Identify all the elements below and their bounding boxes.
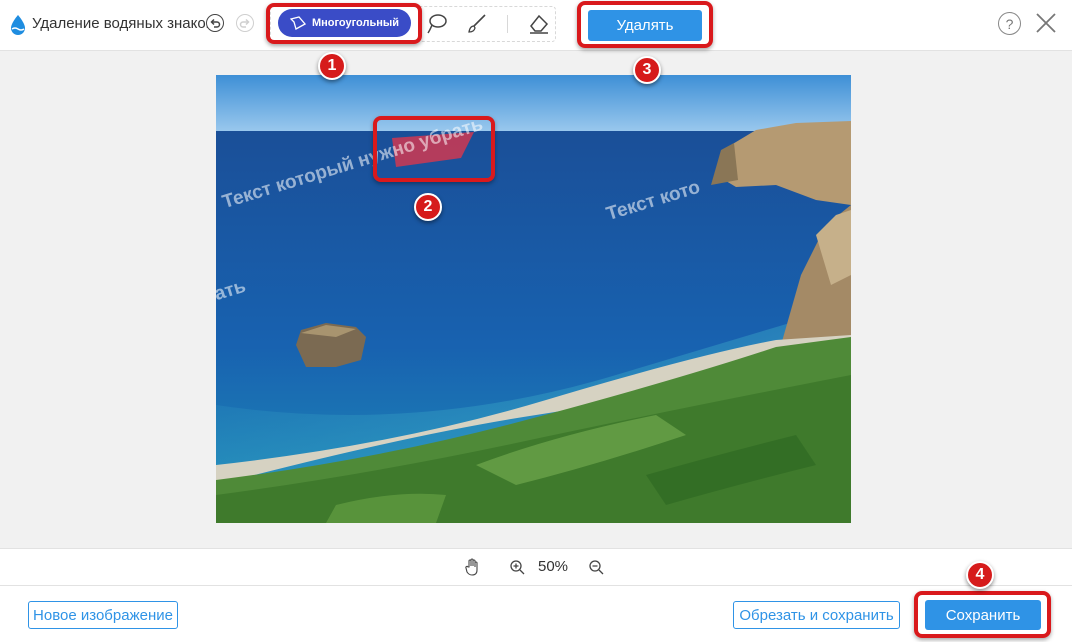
zoom-in-icon[interactable] xyxy=(509,559,525,575)
undo-button[interactable] xyxy=(206,14,224,32)
highlight-delete xyxy=(577,1,713,48)
app-title: Удаление водяных знаков xyxy=(32,15,214,32)
hand-pan-icon[interactable] xyxy=(465,558,481,576)
close-icon[interactable] xyxy=(1035,12,1057,34)
highlight-save xyxy=(914,591,1051,638)
zoom-out-icon[interactable] xyxy=(588,559,604,575)
redo-button[interactable] xyxy=(236,14,254,32)
step-badge-1: 1 xyxy=(318,52,346,80)
zoom-level: 50% xyxy=(538,558,569,575)
step-badge-2: 2 xyxy=(414,193,442,221)
step-badge-3: 3 xyxy=(633,56,661,84)
lasso-tool-icon[interactable] xyxy=(425,12,449,36)
brush-tool-icon[interactable] xyxy=(465,12,489,36)
water-drop-logo-icon xyxy=(11,15,25,35)
new-image-button[interactable]: Новое изображение xyxy=(28,601,178,629)
step-badge-4: 4 xyxy=(966,561,994,589)
crop-and-save-button[interactable]: Обрезать и сохранить xyxy=(733,601,900,629)
sea-coast-image xyxy=(216,75,851,523)
zoom-bar xyxy=(0,548,1072,585)
undo-icon xyxy=(210,18,221,28)
highlight-selection xyxy=(373,116,495,182)
toolbar-divider xyxy=(507,15,508,33)
edited-photo[interactable]: Текст который нужно убрать Текст кото ат… xyxy=(216,75,851,523)
help-button[interactable]: ? xyxy=(998,12,1021,35)
redo-icon xyxy=(239,18,250,28)
eraser-tool-icon[interactable] xyxy=(527,12,551,36)
highlight-polygon-tool xyxy=(266,3,422,44)
